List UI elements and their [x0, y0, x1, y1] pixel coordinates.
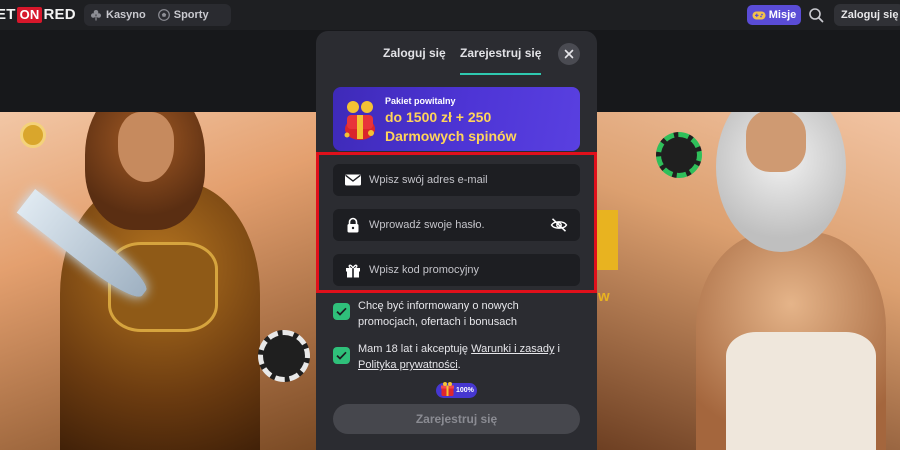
terms-consent-label: Mam 18 lat i akceptuję Warunki i zasady … [358, 341, 578, 373]
logo-text-right: RED [43, 6, 76, 23]
promo-headline-line2: Darmowych spinów [385, 128, 517, 144]
close-icon [564, 49, 574, 59]
terms-link[interactable]: Warunki i zasady [471, 343, 554, 355]
checkmark-icon [336, 307, 347, 316]
email-input[interactable] [369, 164, 559, 196]
brand-logo[interactable]: ET ON RED [0, 6, 76, 23]
search-icon[interactable] [808, 7, 824, 23]
slot-logo-fragment: t [596, 210, 618, 270]
eye-off-icon[interactable] [550, 217, 568, 233]
missions-button[interactable]: Misje [747, 5, 801, 25]
nav-item-kasyno[interactable]: Kasyno [90, 9, 146, 21]
hero-banner-right [596, 112, 900, 450]
email-field[interactable] [333, 164, 580, 196]
warrior-face [118, 112, 174, 182]
bonus-badge-label: 100% [456, 387, 474, 394]
soccer-ball-icon [157, 9, 170, 21]
promo-caption: Pakiet powitalny [385, 96, 456, 106]
bonus-badge: 100% [436, 382, 477, 398]
auth-tabs: Zaloguj się Zarejestruj się [316, 31, 597, 77]
tab-login[interactable]: Zaloguj się [383, 46, 446, 60]
hero-banner-left [0, 112, 316, 450]
casino-chip-decoration [656, 132, 702, 178]
marketing-consent-checkbox[interactable] [333, 303, 350, 320]
promo-code-input[interactable] [369, 254, 559, 286]
lock-icon [347, 217, 359, 233]
terms-text-before: Mam 18 lat i akceptuję [358, 343, 472, 355]
header-login-button[interactable]: Zaloguj się [834, 4, 900, 26]
password-input[interactable] [369, 209, 559, 241]
logo-text-on: ON [16, 6, 43, 23]
checkmark-icon [336, 351, 347, 360]
gamepad-icon [752, 11, 766, 19]
terms-consent-row: Mam 18 lat i akceptuję Warunki i zasady … [333, 343, 560, 371]
welcome-bonus-banner: Pakiet powitalny do 1500 zł + 250 Darmow… [333, 87, 580, 151]
zeus-robe [726, 332, 876, 450]
terms-text-after: . [457, 359, 461, 371]
promo-headline-line1: do 1500 zł + 250 [385, 109, 492, 125]
top-bar: ET ON RED Kasyno Sporty Misje Zaloguj si… [0, 0, 900, 30]
coin-decoration [20, 122, 46, 148]
missions-label: Misje [768, 9, 797, 21]
casino-chip-decoration [258, 330, 310, 382]
logo-text-left: ET [0, 6, 16, 23]
terms-consent-checkbox[interactable] [333, 347, 350, 364]
tab-register[interactable]: Zarejestruj się [460, 46, 542, 75]
main-nav: Kasyno Sporty [84, 4, 231, 26]
gift-box-icon [441, 382, 454, 396]
privacy-policy-link[interactable]: Polityka prywatności [358, 359, 458, 371]
register-modal: Zaloguj się Zarejestruj się Pakiet powit… [316, 31, 597, 450]
envelope-icon [345, 174, 361, 186]
gift-bag-icon [344, 101, 375, 140]
promo-code-field[interactable] [333, 254, 580, 286]
slot-logo-text: w [598, 288, 610, 305]
clover-icon [91, 10, 101, 21]
gift-icon [346, 264, 360, 278]
zeus-face [746, 112, 806, 172]
nav-item-sporty[interactable]: Sporty [157, 9, 209, 21]
password-field[interactable] [333, 209, 580, 241]
promo-headline: do 1500 zł + 250 Darmowych spinów [385, 108, 516, 146]
marketing-consent-row: Chcę być informowany o nowych promocjach… [333, 300, 519, 328]
terms-text-middle: i [554, 343, 560, 355]
close-button[interactable] [558, 43, 580, 65]
marketing-consent-label: Chcę być informowany o nowych promocjach… [358, 300, 519, 328]
nav-item-label: Sporty [173, 9, 209, 21]
nav-item-label: Kasyno [106, 9, 146, 21]
register-submit-button[interactable]: Zarejestruj się [333, 404, 580, 434]
